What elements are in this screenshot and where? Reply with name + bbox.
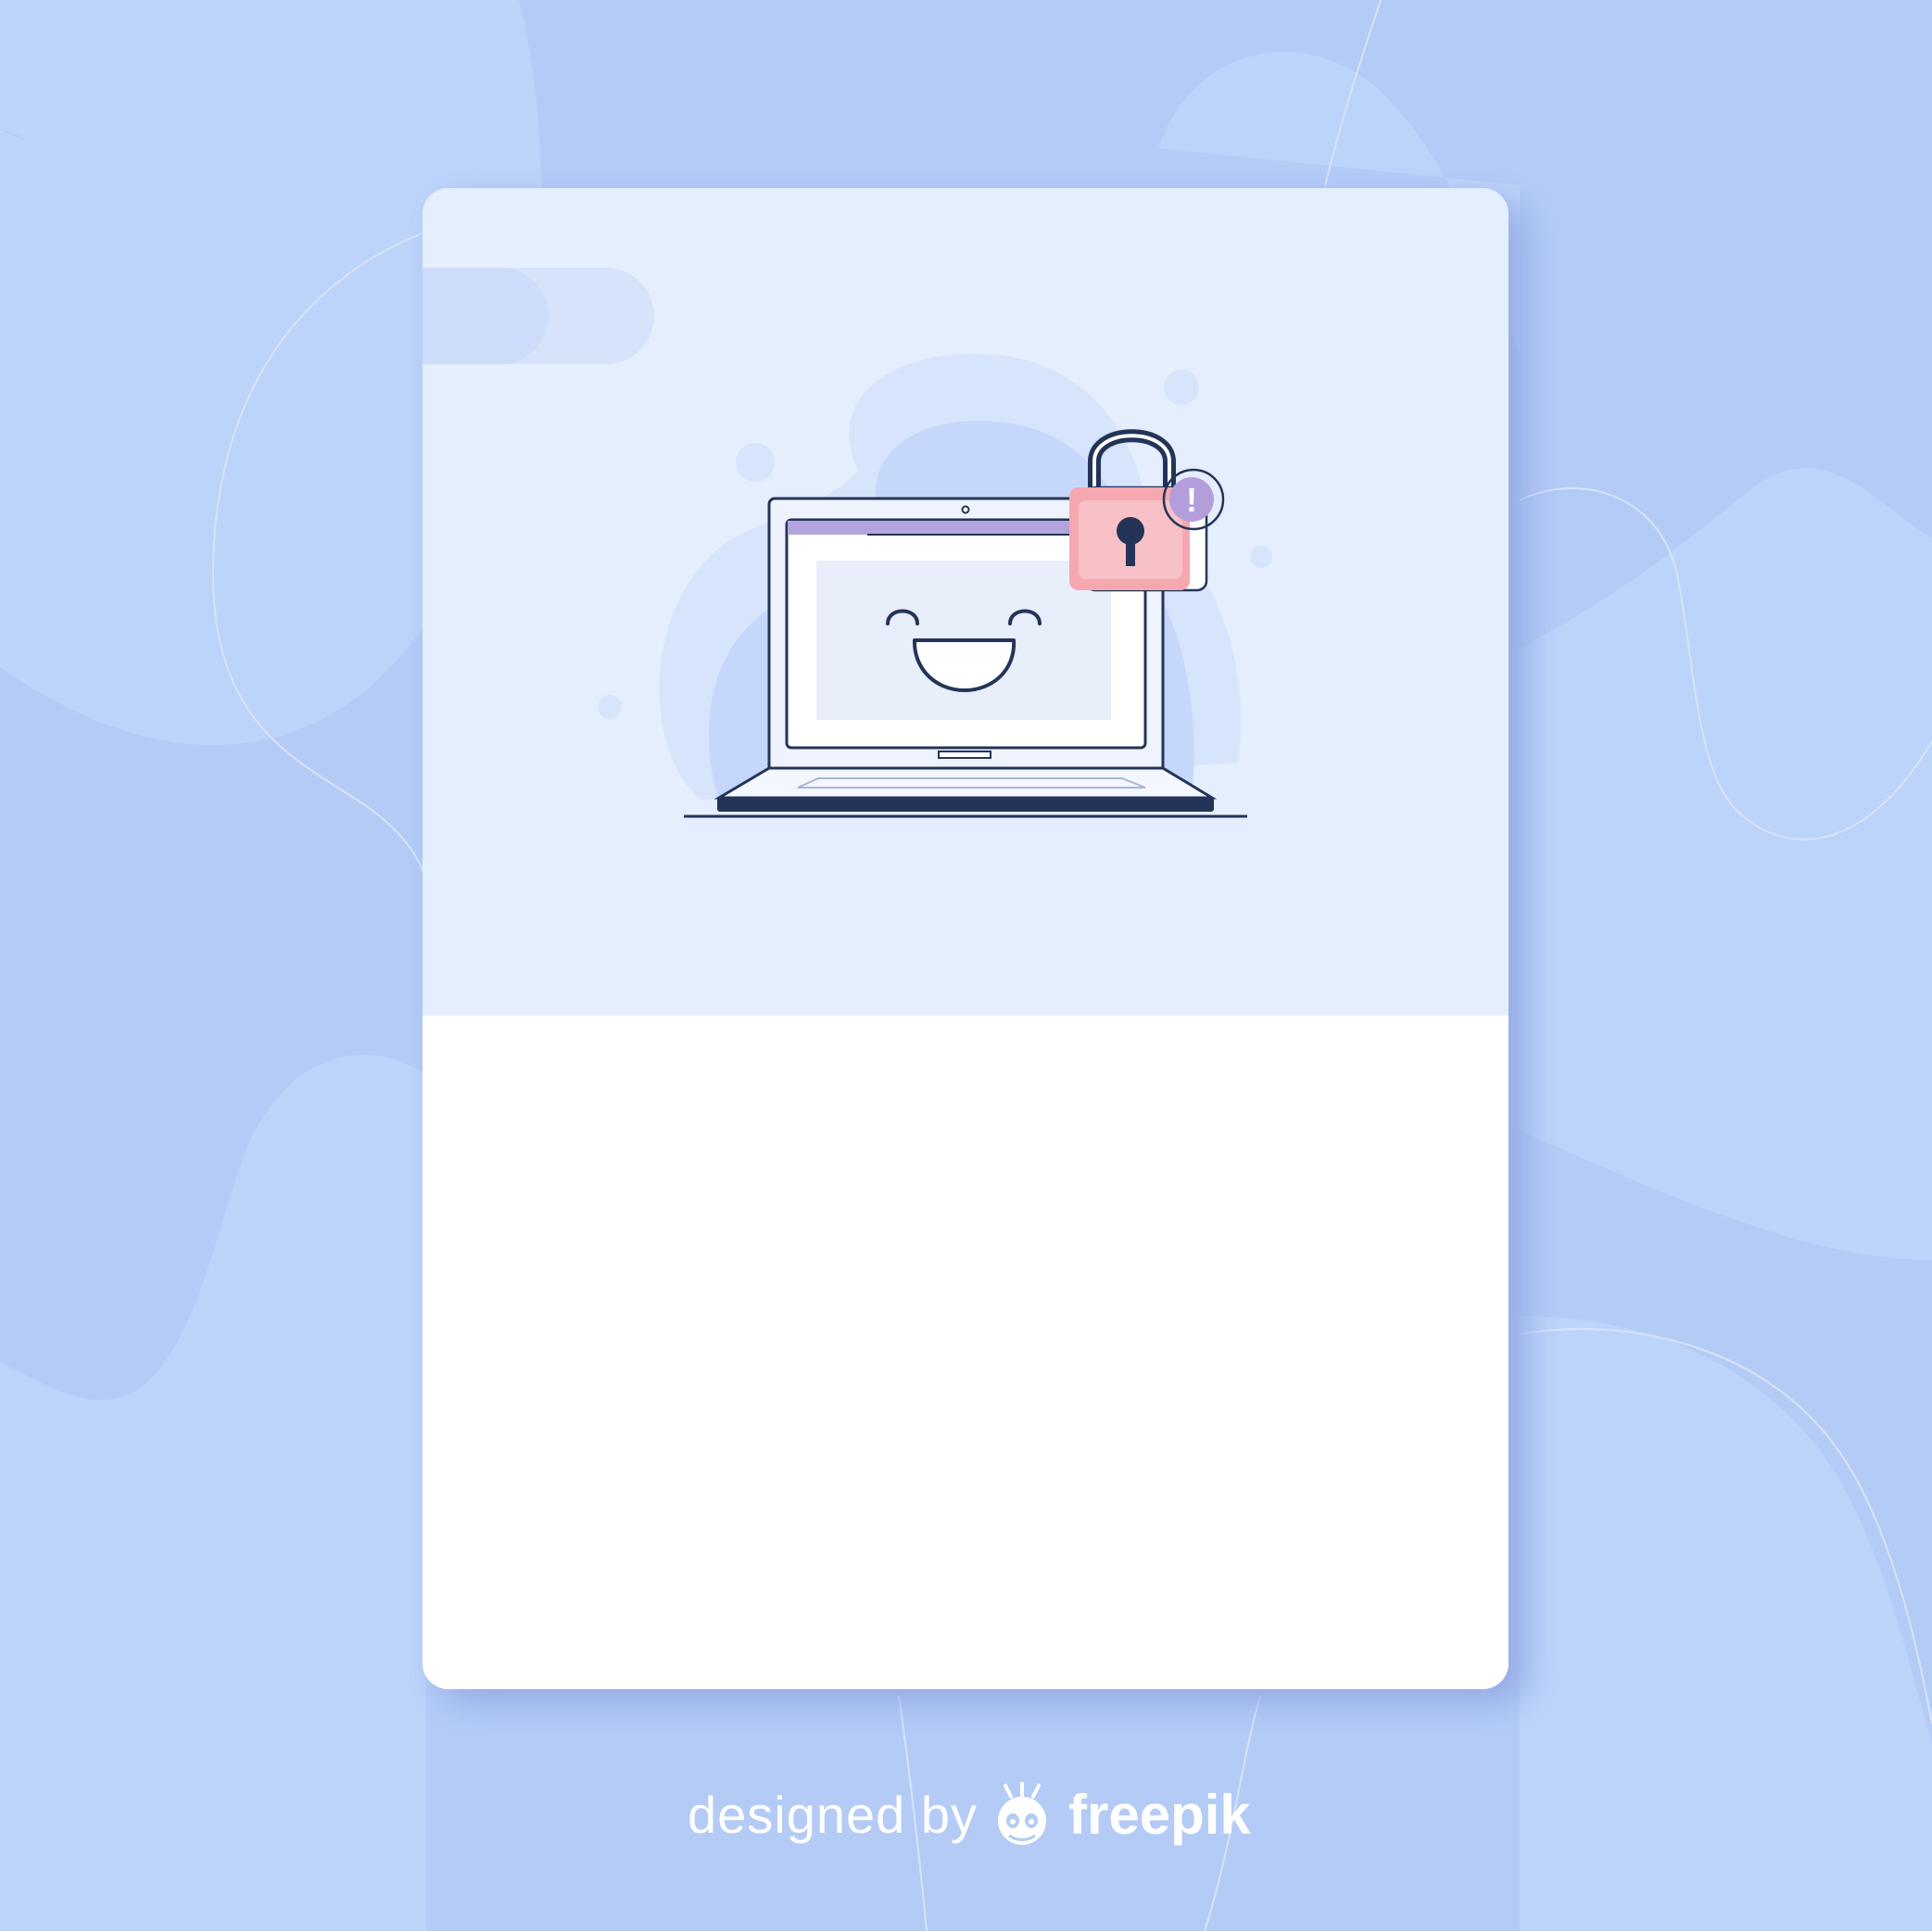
laptop-base (717, 797, 1214, 812)
background-blob-bottom-left (0, 1054, 426, 1931)
laptop-hinge (938, 751, 991, 759)
card-header-panel: ! (423, 188, 1509, 1016)
decor-dot (1164, 370, 1199, 405)
freepik-brand: freepik (1068, 1783, 1251, 1846)
laptop-camera-icon (961, 505, 970, 514)
background-blob-bottom-right (1520, 1316, 1932, 1931)
laptop-keyboard-deck (713, 766, 1218, 800)
laptop-lock-illustration: ! (598, 353, 1272, 818)
padlock-keyhole-slot (1126, 533, 1135, 566)
card: ! (423, 188, 1509, 1689)
credit-prefix: designed by (688, 1785, 979, 1844)
decor-dot (736, 443, 775, 482)
alert-badge-symbol: ! (1186, 481, 1197, 519)
freepik-mascot-icon (998, 1782, 1047, 1845)
designed-by-credit: designed by freepik (688, 1777, 1251, 1851)
decor-dot (598, 695, 622, 719)
decor-dot (1250, 546, 1272, 568)
card-content-area (423, 1016, 1509, 1689)
background-blob-right (1520, 468, 1932, 1260)
